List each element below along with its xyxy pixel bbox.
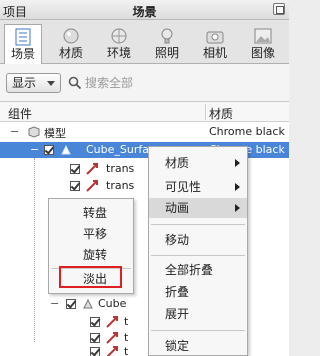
menu-item-label: 折叠	[165, 285, 190, 299]
tab-image[interactable]: 图像	[244, 24, 282, 63]
model-folder-icon	[28, 126, 40, 138]
column-divider[interactable]	[205, 104, 206, 120]
row-name: t	[124, 345, 129, 356]
camera-icon	[206, 31, 224, 44]
visibility-checkbox[interactable]	[90, 317, 100, 327]
submenu-arrow-icon	[235, 159, 240, 167]
menu-item-label: 全部折叠	[165, 263, 214, 277]
context-menu: 材质 可见性 动画 移动 全部折叠 折叠 展开 锁定	[148, 146, 248, 356]
menu-item-material[interactable]: 材质	[149, 153, 247, 173]
submenu-item-turntable[interactable]: 转盘	[49, 203, 133, 223]
row-name: trans	[106, 179, 135, 192]
show-dropdown[interactable]: 显示	[6, 73, 61, 93]
search-icon	[68, 76, 82, 90]
pin-window-icon[interactable]	[273, 3, 285, 15]
transform-icon	[106, 316, 118, 328]
menu-item-move[interactable]: 移动	[149, 230, 247, 250]
filter-toolbar: 显示	[0, 64, 289, 102]
tab-material-label: 材质	[58, 46, 83, 60]
collapse-icon[interactable]: −	[50, 297, 59, 310]
row-material: Chrome black	[209, 125, 285, 138]
tab-lighting[interactable]: 照明	[148, 24, 186, 63]
submenu-item-label: 旋转	[83, 248, 108, 262]
submenu-item-rotate[interactable]: 旋转	[49, 245, 133, 265]
transform-icon	[106, 346, 118, 356]
tree-row-model[interactable]: − 模型 Chrome black	[0, 124, 289, 140]
visibility-checkbox[interactable]	[44, 145, 54, 155]
tab-camera[interactable]: 相机	[196, 24, 234, 63]
submenu-arrow-icon	[235, 204, 240, 212]
mesh-icon	[61, 144, 71, 155]
column-material[interactable]: 材质	[209, 105, 233, 122]
tab-lighting-label: 照明	[154, 46, 179, 60]
row-name: trans	[106, 162, 135, 175]
visibility-checkbox[interactable]	[90, 347, 100, 356]
menu-separator	[151, 330, 245, 331]
material-sphere-icon	[63, 28, 79, 44]
submenu-item-label: 转盘	[83, 206, 108, 220]
show-dropdown-label: 显示	[12, 76, 37, 90]
panel-title: 场景	[132, 5, 157, 19]
collapse-icon[interactable]: −	[30, 143, 39, 156]
menu-item-label: 移动	[165, 233, 190, 247]
search-box	[66, 73, 280, 93]
panel-titlebar: 项目 场景	[0, 0, 289, 20]
menu-item-label: 动画	[165, 201, 190, 215]
tab-material[interactable]: 材质	[52, 24, 90, 63]
tab-camera-label: 相机	[202, 46, 227, 60]
tab-environment-label: 环境	[106, 46, 131, 60]
menu-item-collapse-all[interactable]: 全部折叠	[149, 260, 247, 280]
row-name: t	[124, 331, 129, 344]
tab-scene[interactable]: 场景	[4, 24, 42, 65]
menu-separator	[151, 255, 245, 256]
search-input[interactable]	[82, 73, 278, 93]
menu-item-label: 材质	[165, 156, 190, 170]
menu-item-collapse[interactable]: 折叠	[149, 282, 247, 302]
column-component[interactable]: 组件	[8, 105, 32, 122]
row-name: t	[124, 315, 129, 328]
submenu-item-label: 平移	[83, 227, 108, 241]
image-icon	[254, 28, 272, 44]
visibility-checkbox[interactable]	[70, 181, 80, 191]
tab-scene-label: 场景	[10, 47, 35, 61]
highlight-box	[59, 266, 122, 288]
transform-icon	[86, 163, 98, 175]
menu-item-label: 锁定	[165, 339, 190, 353]
menu-item-lock[interactable]: 锁定	[149, 336, 247, 356]
chevron-down-icon	[47, 81, 55, 86]
menu-item-expand[interactable]: 展开	[149, 304, 247, 324]
menu-item-label: 可见性	[165, 180, 202, 194]
collapse-icon[interactable]: −	[10, 125, 19, 138]
menu-item-label: 展开	[165, 307, 190, 321]
visibility-checkbox[interactable]	[70, 164, 80, 174]
tab-image-label: 图像	[250, 46, 275, 60]
environment-globe-icon	[111, 28, 127, 44]
column-header: 组件 材质	[0, 102, 289, 122]
transform-icon	[86, 180, 98, 192]
tab-environment[interactable]: 环境	[100, 24, 138, 63]
lightbulb-icon	[161, 28, 173, 44]
menu-separator	[151, 224, 245, 225]
menu-item-animation[interactable]: 动画	[149, 198, 247, 218]
submenu-item-translate[interactable]: 平移	[49, 224, 133, 244]
visibility-checkbox[interactable]	[66, 299, 76, 309]
scene-list-icon	[15, 28, 31, 46]
menu-item-visibility[interactable]: 可见性	[149, 177, 247, 197]
row-name: Cube	[98, 297, 127, 310]
tab-bar: 场景 材质 环境 照明 相机 图像	[0, 20, 289, 65]
transform-icon	[106, 332, 118, 344]
mesh-icon	[83, 298, 93, 309]
submenu-arrow-icon	[235, 183, 240, 191]
row-name: 模型	[44, 127, 66, 140]
visibility-checkbox[interactable]	[90, 333, 100, 343]
